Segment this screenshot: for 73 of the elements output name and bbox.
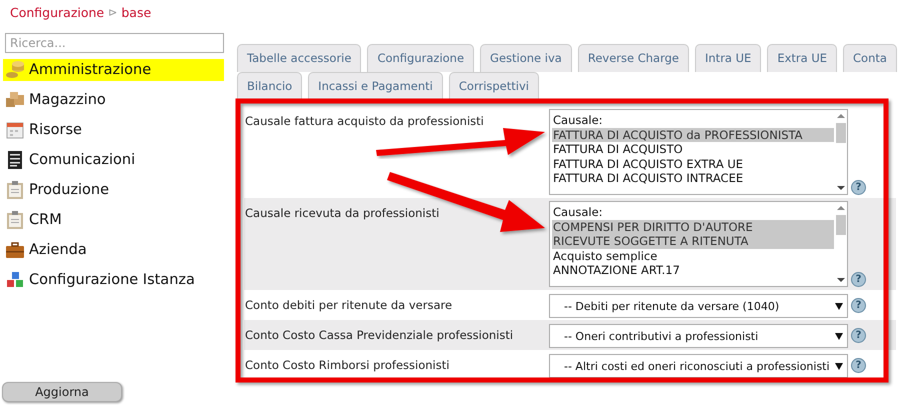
tab[interactable]: Intra UE xyxy=(695,44,762,72)
dropdown[interactable]: -- Altri costi ed oneri riconosciuti a professionisti xyxy=(549,354,848,378)
tab[interactable]: Incassi e Pagamenti xyxy=(308,72,443,100)
sidebar-item-label: CRM xyxy=(29,212,62,228)
field-label: Conto Costo Cassa Previdenziale professionisti xyxy=(245,328,514,342)
breadcrumb-link[interactable]: base xyxy=(121,4,152,20)
help-icon[interactable]: ? xyxy=(851,358,866,372)
scrollbar-thumb[interactable] xyxy=(836,215,846,235)
breadcrumb-separator: ⊳ xyxy=(108,6,118,18)
list-option[interactable]: FATTURA DI ACQUISTO EXTRA UE xyxy=(552,156,834,171)
list-option[interactable]: FATTURA DI ACQUISTO xyxy=(552,142,834,156)
dropdown[interactable]: -- Oneri contributivi a professionisti xyxy=(549,324,848,348)
list-option[interactable]: Acquisto semplice xyxy=(552,248,834,263)
help-icon[interactable]: ? xyxy=(851,328,866,342)
tab[interactable]: Reverse Charge xyxy=(578,44,689,72)
sidebar-item[interactable]: Amministrazione xyxy=(3,59,224,81)
breadcrumb-link[interactable]: Configurazione xyxy=(10,4,104,20)
sidebar-item[interactable]: Risorse xyxy=(3,119,224,141)
tab[interactable]: Tabelle accessorie xyxy=(237,44,362,72)
sidebar-item-label: Risorse xyxy=(29,122,82,138)
caret-icon xyxy=(835,362,843,370)
list-box[interactable]: Causale: COMPENSI PER DIRITTO D'AUTORE RICEVUTE SOGGETTE A RITENUTA Acquisto semplice ANNOTAZIONE ART.17 xyxy=(549,201,848,287)
document-icon xyxy=(5,150,25,170)
scrollbar-thumb[interactable] xyxy=(836,123,846,143)
list-option[interactable]: FATTURA DI ACQUISTO INTRACEE xyxy=(552,171,834,186)
cubes-icon xyxy=(5,270,25,290)
tab[interactable]: Configurazione xyxy=(367,44,474,72)
list-header: Causale: xyxy=(552,113,604,128)
sidebar-item-label: Magazzino xyxy=(29,92,106,108)
search-field[interactable]: Ricerca... xyxy=(5,33,224,53)
dropdown[interactable]: -- Debiti per ritenute da versare (1040) xyxy=(549,294,848,318)
sidebar-item-label: Comunicazioni xyxy=(29,152,136,168)
sidebar-item-label: Amministrazione xyxy=(29,62,152,78)
field-label: Conto debiti per ritenute da versare xyxy=(245,298,452,312)
boxes-icon xyxy=(5,90,25,110)
sidebar-item-label: Azienda xyxy=(29,242,87,258)
scroll-up-icon[interactable] xyxy=(836,205,844,211)
calendar-icon xyxy=(5,120,25,140)
sidebar-item[interactable]: Azienda xyxy=(3,239,224,261)
list-box[interactable]: Causale: FATTURA DI ACQUISTO da PROFESSIONISTA FATTURA DI ACQUISTO FATTURA DI ACQUISTO EXTRA UE FATTURA DI ACQUISTO INTRACEE xyxy=(549,109,848,195)
scroll-down-icon[interactable] xyxy=(836,185,844,191)
tab[interactable]: Gestione iva xyxy=(480,44,572,72)
list-option[interactable]: COMPENSI PER DIRITTO D'AUTORE xyxy=(552,220,834,234)
field-label: Causale ricevuta da professionisti xyxy=(245,206,440,220)
tab[interactable]: Bilancio xyxy=(237,72,302,100)
help-icon[interactable]: ? xyxy=(851,272,866,287)
sidebar-item[interactable]: Comunicazioni xyxy=(3,149,224,171)
coins-icon xyxy=(5,60,25,80)
tab[interactable]: Corrispettivi xyxy=(448,72,539,100)
field-label: Conto Costo Rimborsi professionisti xyxy=(245,358,450,372)
caret-icon xyxy=(835,332,843,340)
field-label: Causale fattura acquisto da professionisti xyxy=(245,114,484,128)
sidebar-item[interactable]: CRM xyxy=(3,209,224,231)
list-option[interactable]: ANNOTAZIONE ART.17 xyxy=(552,263,834,278)
clipboard-icon xyxy=(5,210,25,230)
scroll-down-icon[interactable] xyxy=(836,277,844,283)
list-header: Causale: xyxy=(552,205,604,220)
caret-icon xyxy=(835,302,843,310)
scroll-up-icon[interactable] xyxy=(836,113,844,119)
list-option[interactable]: FATTURA DI ACQUISTO da PROFESSIONISTA xyxy=(552,128,834,142)
help-icon[interactable]: ? xyxy=(851,180,866,195)
sidebar-item-label: Configurazione Istanza xyxy=(29,272,195,288)
help-icon[interactable]: ? xyxy=(851,298,866,312)
clipboard-icon xyxy=(5,180,25,200)
tab[interactable]: Conta xyxy=(843,44,897,72)
sidebar-item-label: Produzione xyxy=(29,182,110,198)
briefcase-icon xyxy=(5,240,25,260)
sidebar-item[interactable]: Magazzino xyxy=(3,89,224,111)
sidebar-item[interactable]: Produzione xyxy=(3,179,224,201)
update-button[interactable]: Aggiorna xyxy=(2,382,122,402)
tab[interactable]: Extra UE xyxy=(767,44,838,72)
sidebar-item[interactable]: Configurazione Istanza xyxy=(3,269,224,291)
list-option[interactable]: RICEVUTE SOGGETTE A RITENUTA xyxy=(552,234,834,248)
